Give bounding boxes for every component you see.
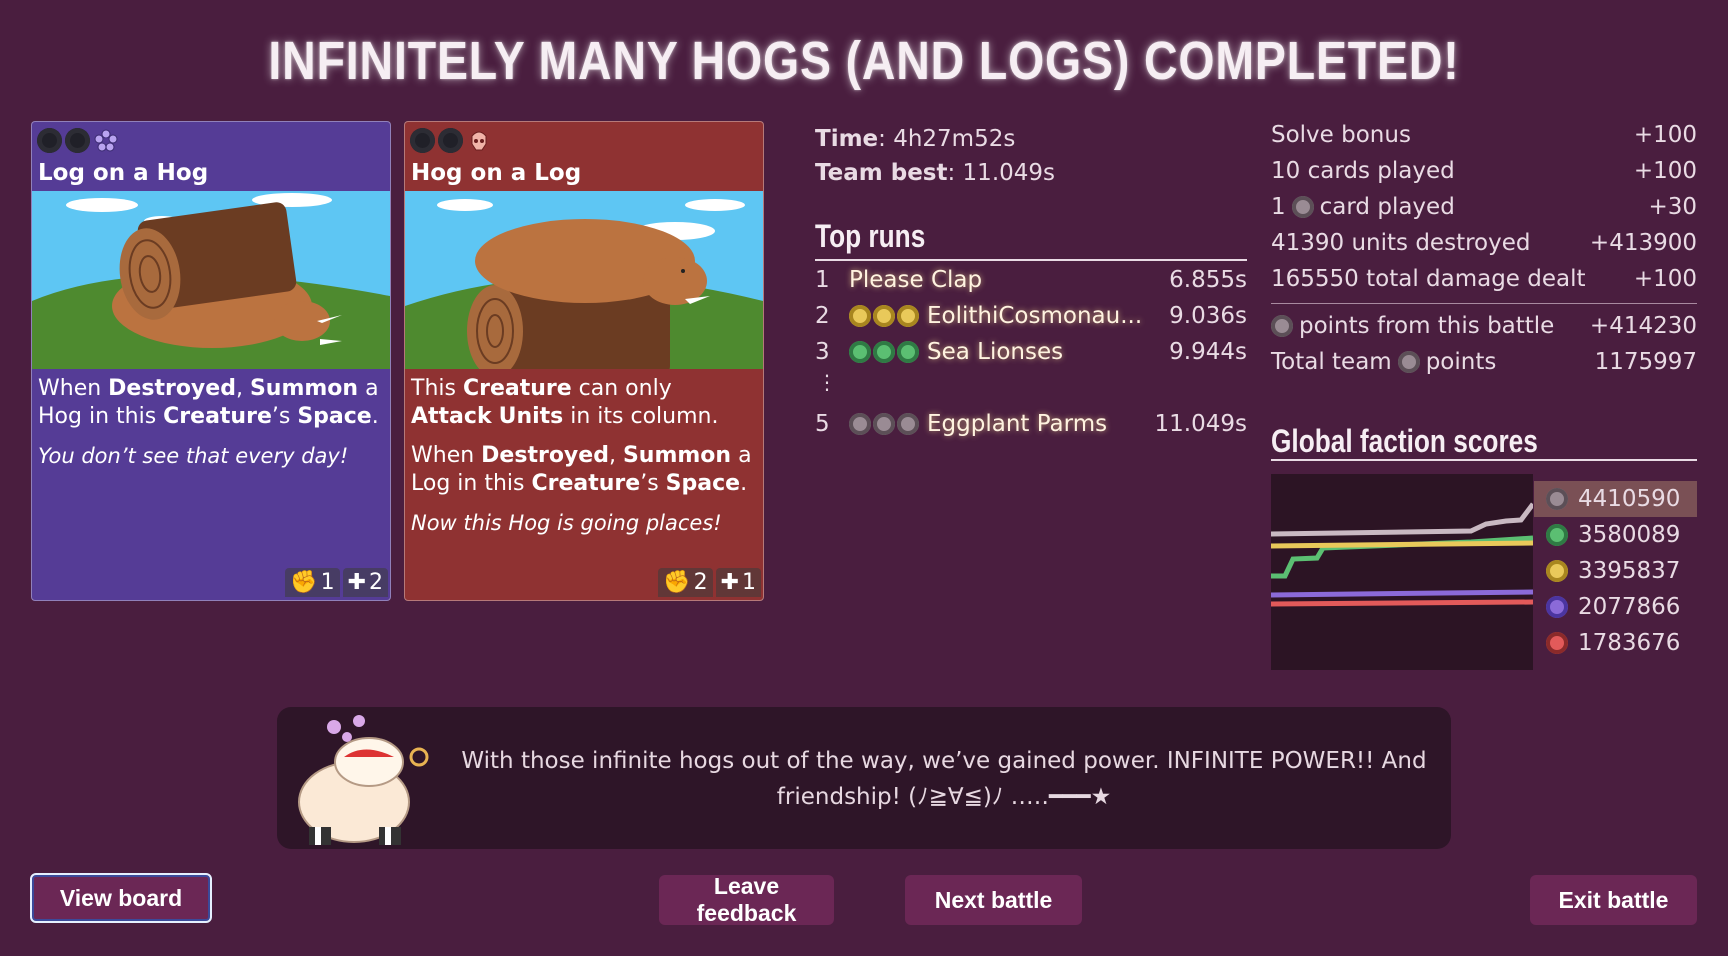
series-line-grey xyxy=(1270,502,1535,537)
run-row: 3 Sea Lionses 9.944s xyxy=(815,339,1247,365)
plus-icon: ✚ xyxy=(347,570,366,595)
energy-dot-icon xyxy=(438,128,463,153)
global-score-chart xyxy=(1270,474,1535,670)
card-name: Hog on a Log xyxy=(411,160,582,186)
divider xyxy=(1271,303,1697,304)
total-points-row: Total team points 1175997 xyxy=(1271,349,1697,375)
grey-faction-icon xyxy=(873,413,895,435)
red-faction-icon xyxy=(1546,632,1568,654)
plus-icon: ✚ xyxy=(720,570,739,595)
ellipsis: ⋮ xyxy=(817,370,837,394)
attack-stat: ✊ 1 xyxy=(285,568,340,597)
bonus-list: Solve bonus +100 10 cards played +100 1 car… xyxy=(1271,117,1697,380)
series-line-red xyxy=(1270,599,1534,607)
card-art xyxy=(405,191,763,377)
grey-faction-icon xyxy=(1291,196,1314,218)
page-title: INFINITELY MANY HOGS (AND LOGS) COMPLETE… xyxy=(268,31,1460,91)
grey-faction-icon xyxy=(849,413,871,435)
exit-battle-button[interactable]: Exit battle xyxy=(1530,875,1697,925)
card-cost xyxy=(37,128,118,153)
gold-faction-icon xyxy=(849,305,871,327)
series-line-purple xyxy=(1270,589,1534,598)
score-row: 4410590 xyxy=(1534,481,1697,517)
faction-icons xyxy=(849,341,919,363)
leave-feedback-button[interactable]: Leave feedback xyxy=(659,873,834,926)
score-row: 2077866 xyxy=(1534,589,1697,625)
bonus-row: 41390 units destroyed +413900 xyxy=(1271,230,1697,256)
score-row: 1783676 xyxy=(1534,625,1697,661)
flavor-text: You don’t see that every day! xyxy=(38,444,349,468)
bonus-row: 1 card played +30 xyxy=(1271,194,1697,220)
green-faction-icon xyxy=(849,341,871,363)
red-skull-icon xyxy=(466,128,491,153)
bonus-row: Solve bonus +100 xyxy=(1271,122,1697,148)
card-log-on-a-hog: Log on a Hog When Destroyed, Summon a Ho… xyxy=(31,121,391,601)
gold-faction-icon xyxy=(873,305,895,327)
mascot-avatar xyxy=(289,707,429,849)
score-row: 3395837 xyxy=(1534,553,1697,589)
series-line-gold xyxy=(1270,540,1534,549)
divider xyxy=(815,259,1247,261)
grey-faction-icon xyxy=(897,413,919,435)
top-runs-heading: Top runs xyxy=(815,218,926,254)
card-text: This Creature can only Attack Units in i… xyxy=(411,376,752,535)
energy-dot-icon xyxy=(65,128,90,153)
dialog-box: With those infinite hogs out of the way,… xyxy=(277,707,1451,849)
green-faction-icon xyxy=(1546,524,1568,546)
gold-faction-icon xyxy=(897,305,919,327)
global-scores-legend: 4410590 3580089 3395837 2077866 1783676 xyxy=(1534,481,1697,661)
run-row: 2 EolithiCosmonau... 9.036s xyxy=(815,303,1247,329)
green-faction-icon xyxy=(897,341,919,363)
fist-icon: ✊ xyxy=(290,570,318,595)
time-row: Time: 4h27m52s xyxy=(815,126,1016,152)
card-hog-on-a-log: Hog on a Log This Creature can only Atta… xyxy=(404,121,764,601)
view-board-button[interactable]: View board xyxy=(30,873,212,923)
card-art xyxy=(32,191,390,369)
next-battle-button[interactable]: Next battle xyxy=(905,875,1082,925)
card-cost xyxy=(410,128,491,153)
points-battle-row: points from this battle +414230 xyxy=(1271,308,1697,344)
global-scores-heading: Global faction scores xyxy=(1271,423,1538,459)
grey-faction-icon xyxy=(1271,315,1293,337)
energy-dot-icon xyxy=(410,128,435,153)
energy-dot-icon xyxy=(37,128,62,153)
attack-stat: ✊ 2 xyxy=(658,568,713,597)
team-best-row: Team best: 11.049s xyxy=(815,160,1056,186)
run-row: 5 Eggplant Parms 11.049s xyxy=(815,411,1247,437)
purple-faction-icon xyxy=(1546,596,1568,618)
green-faction-icon xyxy=(873,341,895,363)
bonus-row: 165550 total damage dealt +100 xyxy=(1271,266,1697,292)
run-row: 1 Please Clap 6.855s xyxy=(815,267,1247,293)
purple-flower-icon xyxy=(93,128,118,153)
card-stats: ✊ 2 ✚ 1 xyxy=(658,568,761,597)
faction-icons xyxy=(849,413,919,435)
health-stat: ✚ 2 xyxy=(342,568,388,597)
fist-icon: ✊ xyxy=(663,570,691,595)
grey-faction-icon xyxy=(1546,488,1568,510)
top-runs-list: 1 Please Clap 6.855s 2 EolithiCosmonau..… xyxy=(815,262,1247,442)
divider xyxy=(1271,459,1697,461)
grey-faction-icon xyxy=(1397,351,1420,373)
faction-icons xyxy=(849,305,919,327)
score-row: 3580089 xyxy=(1534,517,1697,553)
health-stat: ✚ 1 xyxy=(715,568,761,597)
time-info: Time: 4h27m52s Team best: 11.049s xyxy=(815,122,1055,190)
card-name: Log on a Hog xyxy=(38,160,209,186)
bonus-row: 10 cards played +100 xyxy=(1271,158,1697,184)
flavor-text: Now this Hog is going places! xyxy=(411,511,722,535)
card-text: When Destroyed, Summon a Hog in this Cre… xyxy=(38,376,379,468)
gold-faction-icon xyxy=(1546,560,1568,582)
dialog-text: With those infinite hogs out of the way,… xyxy=(461,748,1427,810)
card-stats: ✊ 1 ✚ 2 xyxy=(285,568,388,597)
